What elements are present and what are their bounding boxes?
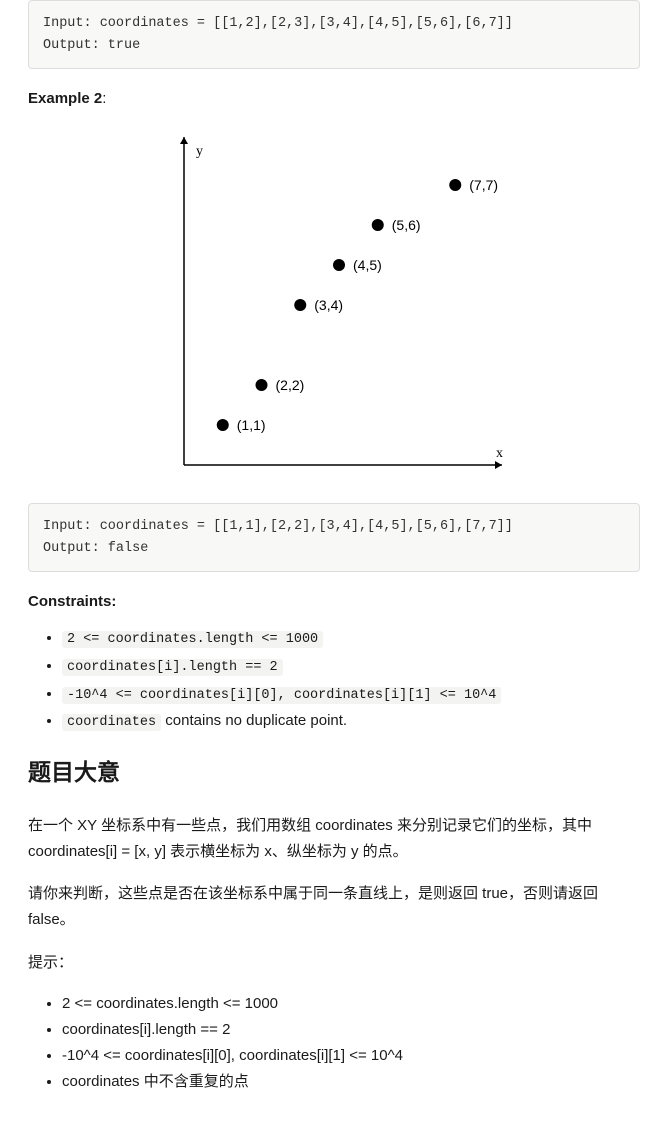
constraint-code: 2 <= coordinates.length <= 1000 bbox=[62, 631, 323, 648]
example2-label-text: Example 2 bbox=[28, 90, 102, 107]
cn-hint-item: -10^4 <= coordinates[i][0], coordinates[… bbox=[62, 1044, 640, 1068]
cn-hint-label: 提示： bbox=[28, 950, 640, 976]
cn-hint-item: coordinates[i].length == 2 bbox=[62, 1018, 640, 1042]
svg-text:(1,1): (1,1) bbox=[237, 417, 266, 433]
constraint-item: 2 <= coordinates.length <= 1000 bbox=[62, 626, 640, 651]
constraint-code: coordinates[i].length == 2 bbox=[62, 659, 283, 676]
svg-text:(4,5): (4,5) bbox=[353, 257, 382, 273]
example2-colon: : bbox=[102, 90, 106, 107]
constraints-label: Constraints: bbox=[28, 590, 640, 614]
svg-text:(5,6): (5,6) bbox=[392, 217, 421, 233]
cn-para2: 请你来判断，这些点是否在该坐标系中属于同一条直线上，是则返回 true，否则请返… bbox=[28, 881, 640, 934]
cn-hint-list: 2 <= coordinates.length <= 1000 coordina… bbox=[28, 992, 640, 1094]
cn-para1: 在一个 XY 坐标系中有一些点，我们用数组 coordinates 来分别记录它… bbox=[28, 813, 640, 866]
constraint-code: coordinates bbox=[62, 714, 161, 731]
cn-hint-item: coordinates 中不含重复的点 bbox=[62, 1070, 640, 1094]
constraint-item: -10^4 <= coordinates[i][0], coordinates[… bbox=[62, 682, 640, 707]
example1-code: Input: coordinates = [[1,2],[2,3],[3,4],… bbox=[28, 0, 640, 69]
constraint-item: coordinates[i].length == 2 bbox=[62, 654, 640, 679]
constraints-list: 2 <= coordinates.length <= 1000 coordina… bbox=[28, 626, 640, 733]
example2-label: Example 2: bbox=[28, 87, 640, 111]
cn-hint-item: 2 <= coordinates.length <= 1000 bbox=[62, 992, 640, 1016]
svg-text:x: x bbox=[496, 446, 503, 461]
svg-text:(2,2): (2,2) bbox=[276, 377, 305, 393]
cn-heading: 题目大意 bbox=[28, 754, 640, 791]
svg-text:(7,7): (7,7) bbox=[469, 177, 498, 193]
constraint-code: -10^4 <= coordinates[i][0], coordinates[… bbox=[62, 687, 501, 704]
scatter-svg: x y (1,1) (2,2) (3,4) (4,5) (5,6) (7,7) bbox=[154, 125, 514, 485]
constraint-item: coordinates contains no duplicate point. bbox=[62, 709, 640, 734]
scatter-chart: x y (1,1) (2,2) (3,4) (4,5) (5,6) (7,7) bbox=[28, 125, 640, 485]
example2-code: Input: coordinates = [[1,1],[2,2],[3,4],… bbox=[28, 503, 640, 572]
svg-text:y: y bbox=[196, 144, 203, 159]
constraint-text: contains no duplicate point. bbox=[161, 712, 347, 729]
svg-text:(3,4): (3,4) bbox=[314, 297, 343, 313]
